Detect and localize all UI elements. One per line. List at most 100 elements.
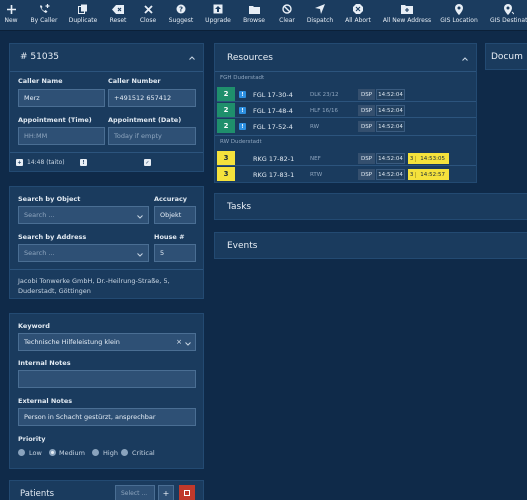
- resource-name: FGL 17-48-4: [253, 107, 293, 115]
- svg-text:?: ?: [179, 6, 183, 14]
- alert-icon[interactable]: !: [80, 159, 87, 166]
- duplicate-icon: [78, 2, 88, 16]
- info-icon[interactable]: !: [239, 107, 246, 114]
- chevron-down-icon: [137, 213, 143, 221]
- chevron-up-icon[interactable]: [462, 55, 468, 63]
- priority-high-label: High: [103, 449, 118, 457]
- search-address-input[interactable]: Search ...: [18, 244, 149, 262]
- resource-type: RTW: [310, 172, 323, 178]
- info-icon[interactable]: !: [239, 91, 246, 98]
- resource-type: DLK 23/12: [310, 92, 339, 98]
- address-line-2: Duderstadt, Göttingen: [18, 287, 91, 295]
- resource-row[interactable]: 2 ! FGL 17-30-4 DLK 23/12 DSP 14:52:04: [217, 87, 476, 102]
- chevron-down-icon: [137, 251, 143, 259]
- external-notes-field[interactable]: Person in Schacht gestürzt, ansprechbar: [18, 408, 196, 426]
- appointment-date-field[interactable]: Today if empty: [108, 127, 196, 145]
- gis-destination-button[interactable]: GIS Destinati: [490, 2, 527, 29]
- all-new-address-button[interactable]: All New Address: [383, 2, 431, 29]
- add-patient-button[interactable]: +: [158, 485, 174, 500]
- add-time-icon[interactable]: +: [16, 159, 23, 166]
- destination-pin-icon: [490, 2, 527, 16]
- dispatch-time: 14:52:04: [376, 121, 405, 132]
- chevron-down-icon: [185, 340, 191, 348]
- radio-high[interactable]: [92, 449, 99, 456]
- browse-button[interactable]: Browse: [242, 2, 266, 29]
- status-badge: 2: [217, 119, 235, 133]
- patients-select-placeholder: Select ...: [121, 489, 148, 497]
- events-title: Events: [227, 241, 258, 251]
- accuracy-field[interactable]: Objekt: [154, 206, 196, 224]
- clear-selection-icon[interactable]: ×: [176, 338, 182, 346]
- caller-number-field[interactable]: +491512 657412: [108, 89, 196, 107]
- resource-row[interactable]: 3 RKG 17-83-1 RTW DSP 14:52:04 3 14:52:5…: [217, 167, 476, 182]
- appointment-date-label: Appointment (Date): [108, 116, 182, 124]
- resource-type: HLF 16/16: [310, 108, 338, 114]
- radio-medium[interactable]: [49, 449, 56, 456]
- patients-title: Patients: [20, 489, 55, 499]
- status3-number: 3: [408, 171, 417, 178]
- patients-panel: Patients Select ... +: [9, 480, 204, 500]
- priority-medium-label: Medium: [59, 449, 85, 457]
- duplicate-button[interactable]: Duplicate: [68, 2, 98, 29]
- resources-panel: Resources FGH Duderstadt 2 ! FGL 17-30-4…: [214, 43, 477, 183]
- dsp-badge: DSP: [358, 89, 375, 100]
- priority-critical-option[interactable]: Critical: [121, 448, 161, 457]
- remove-patient-button[interactable]: [179, 485, 195, 500]
- caller-number-label: Caller Number: [108, 77, 161, 85]
- priority-low-option[interactable]: Low: [18, 448, 48, 457]
- priority-high-option[interactable]: High: [92, 448, 122, 457]
- priority-medium-option[interactable]: Medium: [49, 448, 91, 457]
- divider: [215, 135, 476, 136]
- keyword-select[interactable]: Technische Hilfeleistung klein ×: [18, 333, 196, 351]
- search-object-input[interactable]: Search ...: [18, 206, 149, 224]
- clear-button[interactable]: Clear: [278, 2, 296, 29]
- upgrade-icon: [213, 2, 223, 16]
- search-address-placeholder: Search ...: [24, 249, 55, 257]
- dsp-badge: DSP: [358, 169, 375, 180]
- divider: [215, 71, 476, 72]
- new-button[interactable]: New: [3, 2, 19, 29]
- resource-row[interactable]: 3 RKG 17-82-1 NEF DSP 14:52:04 3 14:53:0…: [217, 151, 476, 166]
- status-badge: 3: [217, 167, 235, 181]
- radio-critical[interactable]: [121, 449, 128, 456]
- priority-label: Priority: [18, 435, 46, 443]
- gis-location-button[interactable]: GIS Location: [440, 2, 478, 29]
- status3-timestamp: 14:53:05: [420, 155, 445, 162]
- priority-critical-label: Critical: [132, 449, 155, 457]
- accuracy-label: Accuracy: [154, 195, 188, 203]
- status3-time: 3 14:52:57: [408, 169, 449, 180]
- dsp-badge: DSP: [358, 105, 375, 116]
- internal-notes-field[interactable]: [18, 370, 196, 388]
- chevron-up-icon[interactable]: [189, 54, 195, 62]
- dsp-badge: DSP: [358, 121, 375, 132]
- appointment-time-field[interactable]: HH:MM: [18, 127, 105, 145]
- phone-plus-icon: [39, 2, 50, 16]
- appointment-time-label: Appointment (Time): [18, 116, 92, 124]
- radio-low[interactable]: [18, 449, 25, 456]
- checklist-icon[interactable]: ✓: [144, 159, 151, 166]
- documents-panel[interactable]: Docum: [485, 43, 527, 70]
- dispatch-button[interactable]: Dispatch: [306, 2, 334, 29]
- house-number-label: House #: [154, 233, 185, 241]
- close-icon: [143, 2, 153, 16]
- info-icon[interactable]: !: [239, 123, 246, 130]
- search-object-label: Search by Object: [18, 195, 81, 203]
- all-abort-button[interactable]: All Abort: [345, 2, 371, 29]
- house-number-field[interactable]: 5: [154, 244, 196, 262]
- browse-icon: [248, 2, 260, 16]
- suggest-button[interactable]: ? Suggest: [168, 2, 194, 29]
- resource-name: RKG 17-83-1: [253, 171, 295, 179]
- patients-select[interactable]: Select ...: [115, 485, 155, 500]
- caller-name-field[interactable]: Merz: [18, 89, 105, 107]
- clear-icon: [282, 2, 292, 16]
- resource-row[interactable]: 2 ! FGL 17-52-4 RW DSP 14:52:04: [217, 119, 476, 134]
- divider: [10, 269, 203, 270]
- by-caller-button[interactable]: By Caller: [30, 2, 58, 29]
- reset-button[interactable]: Reset: [108, 2, 128, 29]
- resource-row[interactable]: 2 ! FGL 17-48-4 HLF 16/16 DSP 14:52:04: [217, 103, 476, 118]
- tasks-panel[interactable]: Tasks: [214, 193, 527, 220]
- events-panel[interactable]: Events: [214, 232, 527, 259]
- upgrade-button[interactable]: Upgrade: [205, 2, 231, 29]
- close-button[interactable]: Close: [138, 2, 158, 29]
- status-badge: 2: [217, 87, 235, 101]
